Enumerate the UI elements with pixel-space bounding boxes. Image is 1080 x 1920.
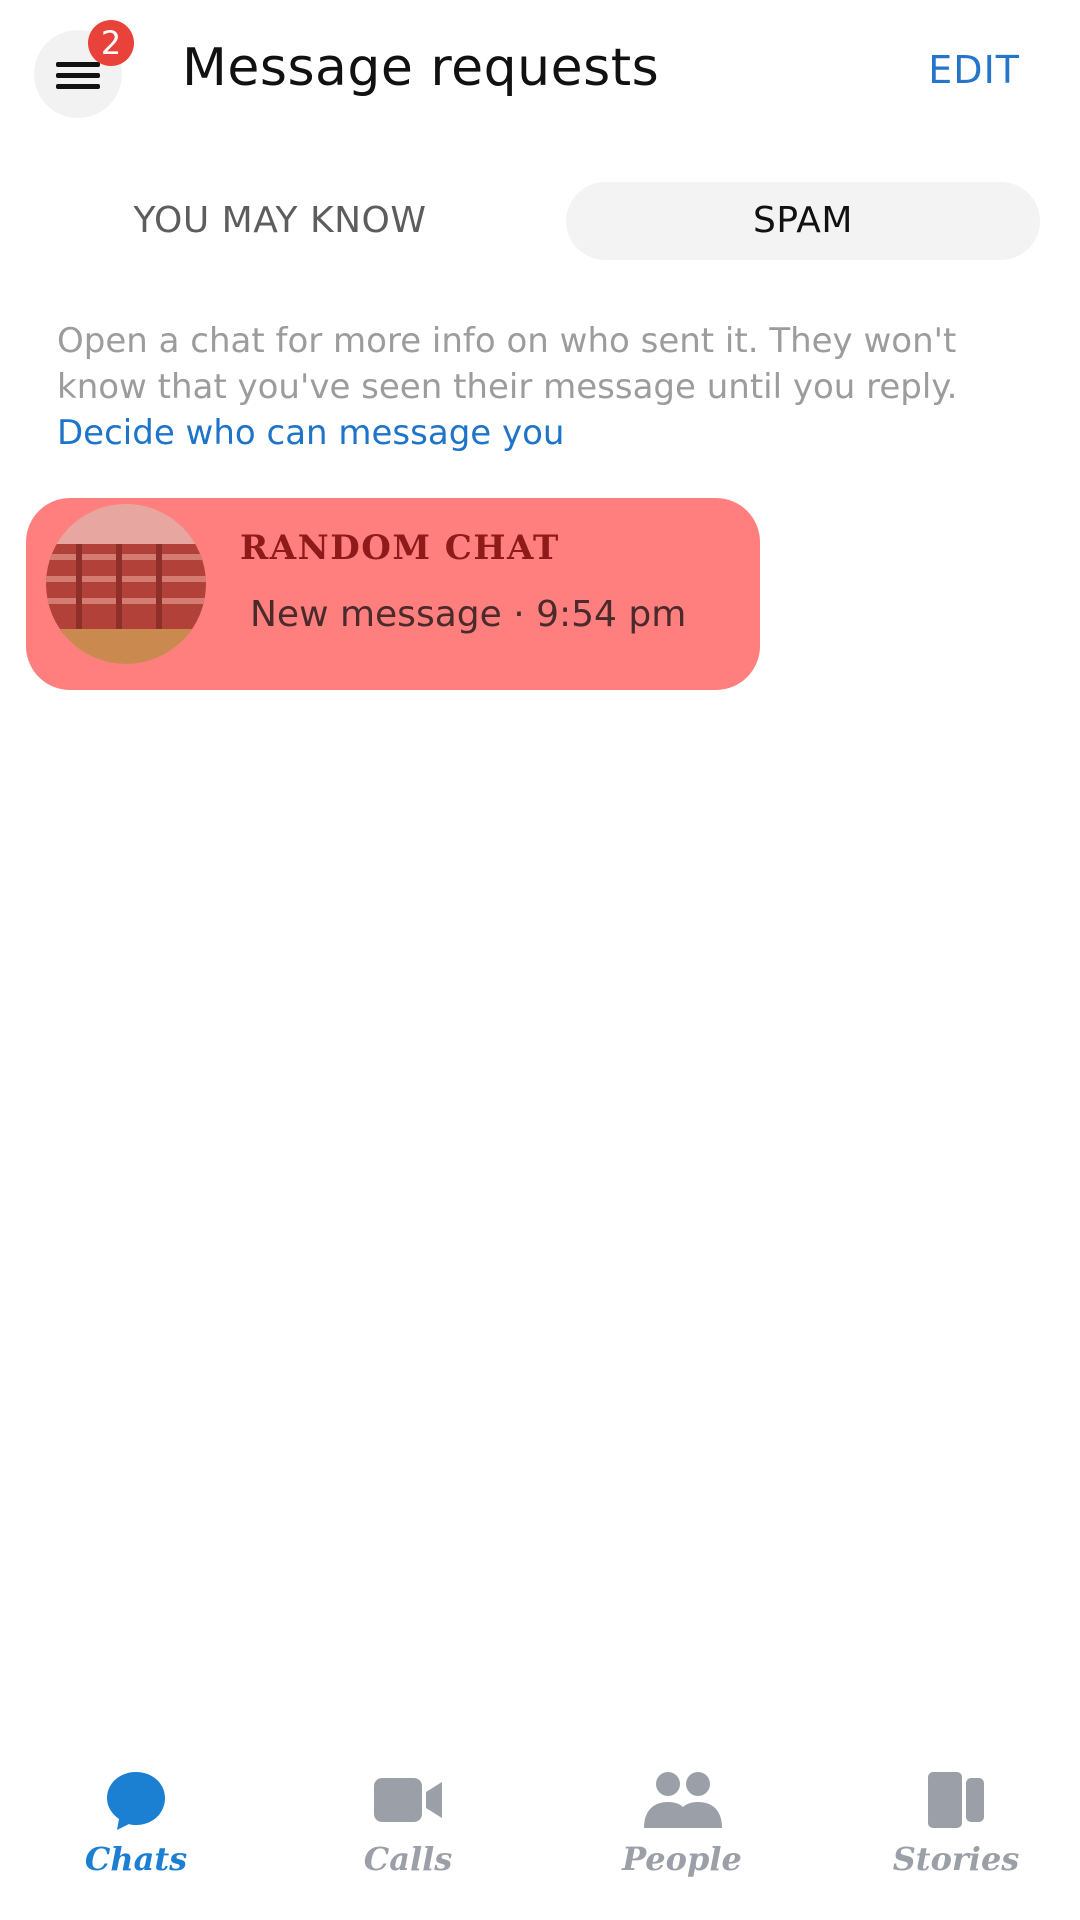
nav-stories-label: Stories [892, 1840, 1020, 1878]
message-requests-screen: 2 Message requests EDIT YOU MAY KNOW SPA… [0, 0, 1080, 1920]
decide-who-can-message-link[interactable]: Decide who can message you [57, 410, 564, 456]
page-title: Message requests [182, 38, 660, 98]
stories-icon [928, 1772, 984, 1828]
chat-row[interactable]: RANDOM CHAT New message · 9:54 pm [26, 498, 760, 690]
notification-badge: 2 [88, 20, 134, 66]
nav-people[interactable]: People [582, 1768, 782, 1898]
chat-meta: New message · 9:54 pm [250, 594, 687, 635]
people-icon [644, 1772, 722, 1828]
nav-stories[interactable]: Stories [856, 1768, 1056, 1898]
edit-button[interactable]: EDIT [928, 48, 1020, 92]
chat-name: RANDOM CHAT [240, 528, 560, 568]
nav-calls-label: Calls [363, 1840, 453, 1878]
nav-chats-label: Chats [84, 1840, 188, 1878]
tab-you-may-know[interactable]: YOU MAY KNOW [60, 182, 500, 260]
chat-bubble-icon [107, 1772, 165, 1830]
tab-spam[interactable]: SPAM [566, 182, 1040, 260]
nav-chats[interactable]: Chats [36, 1768, 236, 1898]
video-camera-icon [374, 1778, 442, 1822]
info-text: Open a chat for more info on who sent it… [57, 321, 958, 407]
nav-people-label: People [622, 1840, 742, 1878]
nav-calls[interactable]: Calls [308, 1768, 508, 1898]
avatar [46, 504, 206, 664]
